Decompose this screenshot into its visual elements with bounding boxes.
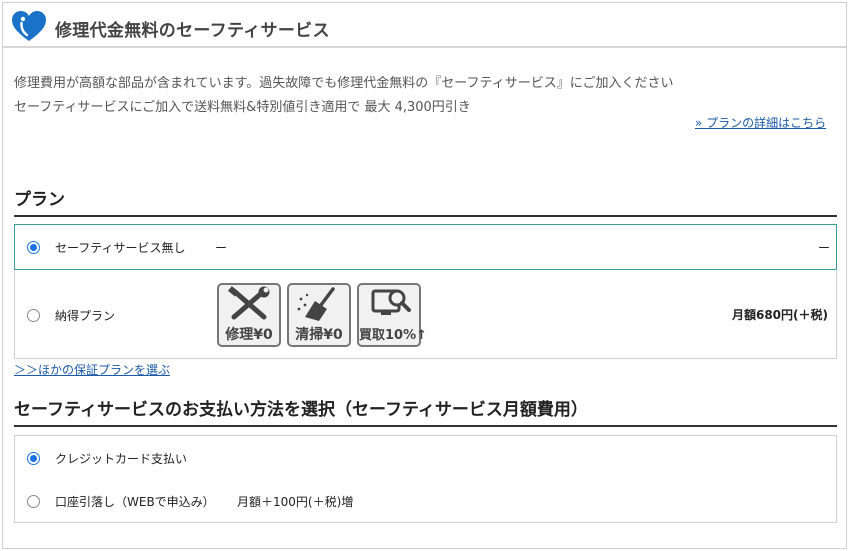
repair-free-badge: 修理¥0 (217, 283, 281, 347)
payment-heading: セーフティサービスのお支払い方法を選択（セーフティサービス月額費用） (14, 395, 837, 427)
credit-card-label[interactable]: クレジットカード支払い (55, 450, 187, 467)
safety-service-panel: 修理代金無料のセーフティサービス 修理費用が高額な部品が含まれています。過失故障… (2, 2, 847, 549)
magnifier-icon (371, 289, 411, 315)
plan-option-nattoku[interactable]: 納得プラン 修理¥0 清掃¥0 買取10%↑ 月額680円(＋税) (14, 271, 837, 359)
plan-nattoku-radio[interactable] (27, 309, 40, 322)
plan-detail-link[interactable]: » プランの詳細はこちら (695, 114, 826, 131)
cleaning-free-text: 清掃¥0 (295, 327, 343, 343)
bank-transfer-radio[interactable] (27, 495, 40, 508)
tools-icon (228, 286, 270, 320)
intro-line-2: セーフティサービスにご加入で送料無料&特別値引き適用で 最大 4,300円引き (14, 100, 471, 115)
plan-none-price: ー (817, 241, 830, 255)
page-title: 修理代金無料のセーフティサービス (55, 21, 330, 41)
heart-icon (12, 11, 46, 41)
plan-none-dash: ー (215, 241, 228, 255)
buyback-text: 買取10%↑ (359, 328, 428, 343)
plan-nattoku-label: 納得プラン (55, 309, 116, 323)
bank-transfer-surcharge: 月額＋100円(＋税)増 (237, 495, 354, 509)
plan-none-radio[interactable] (27, 241, 40, 254)
repair-free-text: 修理¥0 (225, 327, 273, 343)
plan-heading: プラン (14, 185, 837, 217)
plan-option-none[interactable]: セーフティサービス無し ー ー (14, 224, 837, 270)
plan-nattoku-price: 月額680円(＋税) (731, 308, 828, 322)
other-plans-link[interactable]: ＞＞ほかの保証プランを選ぶ (14, 361, 170, 378)
cleaning-free-badge: 清掃¥0 (287, 283, 351, 347)
bank-transfer-label[interactable]: 口座引落し（WEBで申込み） (55, 493, 215, 510)
credit-card-radio[interactable] (27, 452, 40, 465)
plan-none-label: セーフティサービス無し (55, 241, 186, 255)
payment-options: クレジットカード支払い 口座引落し（WEBで申込み） 月額＋100円(＋税)増 (14, 435, 837, 523)
intro-line-1: 修理費用が高額な部品が含まれています。過失故障でも修理代金無料の『セーフティサー… (14, 76, 674, 91)
buyback-badge: 買取10%↑ (357, 283, 428, 347)
panel-header: 修理代金無料のセーフティサービス (3, 3, 846, 48)
broom-icon (297, 287, 335, 321)
